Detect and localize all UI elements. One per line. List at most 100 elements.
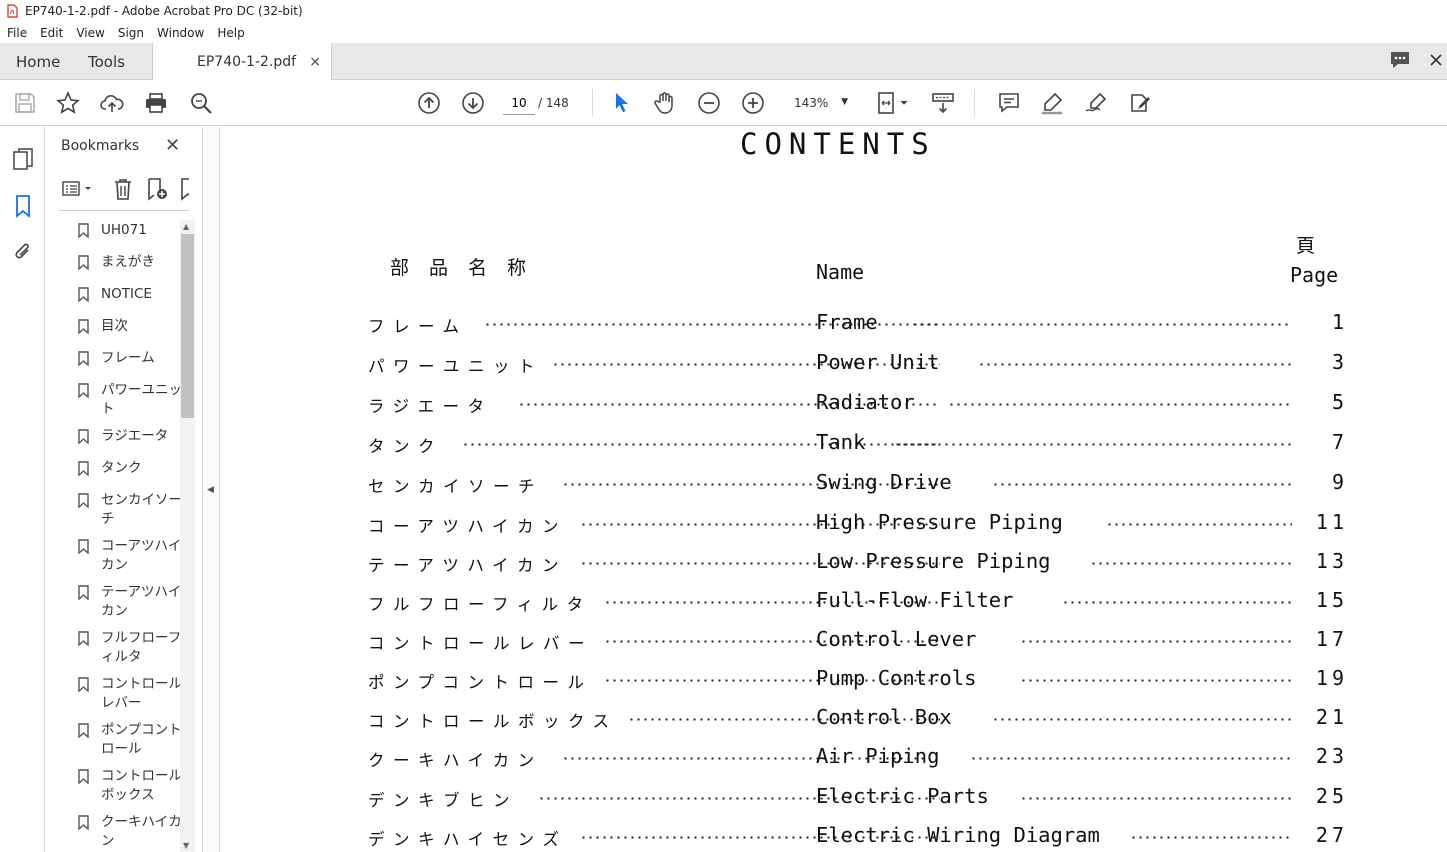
leader-dots <box>912 323 1292 326</box>
menu-window[interactable]: Window <box>150 26 210 40</box>
toc-part-name-en: Power Unit <box>816 350 940 374</box>
leader-dots <box>462 443 940 446</box>
bookmark-item[interactable]: センカイソーチ <box>73 491 183 529</box>
bookmark-label: コントロールレバー <box>101 676 182 711</box>
hand-icon[interactable] <box>653 91 677 115</box>
menu-sign[interactable]: Sign <box>111 26 150 40</box>
toc-part-name-jp: パワーユニット <box>368 357 543 376</box>
scroll-down-icon[interactable]: ▼ <box>183 841 189 850</box>
toc-part-name-en: Electric Parts <box>816 784 989 808</box>
bookmarks-header: Bookmarks <box>61 138 140 154</box>
toc-page-number: 7 <box>1331 430 1348 454</box>
delete-icon[interactable] <box>111 177 135 201</box>
scroll-mode-icon[interactable] <box>931 91 955 115</box>
prev-page-icon[interactable] <box>417 91 441 115</box>
tab-tools[interactable]: Tools <box>88 43 125 80</box>
bookmark-item[interactable]: コントロールレバー <box>73 675 183 713</box>
toc-row: ポンプコントロール Pump Controls 19 <box>368 666 1348 697</box>
comment-icon[interactable] <box>997 91 1021 115</box>
zoom-dropdown[interactable]: 143% ▼ <box>786 91 856 115</box>
toc-part-name-jp: フレーム <box>368 317 468 336</box>
bookmark-item[interactable]: コントロールボックス <box>73 767 183 805</box>
zoom-in-icon[interactable] <box>741 91 765 115</box>
bookmark-star-icon[interactable] <box>56 91 80 115</box>
tab-document[interactable]: EP740-1-2.pdf × <box>152 43 332 80</box>
chevron-down-icon: ▼ <box>841 97 848 107</box>
find-icon[interactable] <box>189 91 213 115</box>
menu-edit[interactable]: Edit <box>33 26 69 40</box>
sign-icon[interactable] <box>1084 91 1108 115</box>
toc-part-name-jp: フルフローフィルタ <box>368 595 592 614</box>
bookmark-item[interactable]: クーキハイカン <box>73 813 183 851</box>
fill-sign-icon[interactable] <box>1128 91 1152 115</box>
bookmark-item[interactable]: フレーム <box>73 349 183 368</box>
bookmark-label: パワーユニット <box>101 382 182 417</box>
menu-view[interactable]: View <box>69 26 110 40</box>
page-fit-icon[interactable] <box>876 91 912 115</box>
menu-bar: File Edit View Sign Window Help <box>0 22 1447 43</box>
leader-dots <box>970 757 1292 760</box>
comment-panel-icon[interactable] <box>1389 50 1411 74</box>
toc-row: テーアツハイカン Low Pressure Piping 13 <box>368 549 1348 580</box>
toc-part-name-jp: テーアツハイカン <box>368 556 568 575</box>
new-bookmark-icon[interactable] <box>145 177 169 201</box>
bookmarks-scrollbar[interactable]: ▲ ▼ <box>180 220 195 852</box>
select-cursor-icon[interactable] <box>610 91 634 115</box>
toc-part-name-jp: クーキハイカン <box>368 751 543 770</box>
scroll-up-icon[interactable]: ▲ <box>183 222 189 231</box>
scrollbar-thumb[interactable] <box>181 234 194 418</box>
panel-splitter[interactable]: ◀ <box>202 127 220 852</box>
toc-part-name-jp: ポンプコントロール <box>368 673 593 692</box>
menu-help[interactable]: Help <box>210 26 250 40</box>
bookmark-item[interactable]: タンク <box>73 459 183 478</box>
options-menu-icon[interactable] <box>61 177 97 201</box>
bookmark-item[interactable]: 目次 <box>73 317 183 336</box>
next-page-icon[interactable] <box>461 91 485 115</box>
acrobat-icon <box>5 4 19 18</box>
page-number-input[interactable] <box>503 91 535 115</box>
zoom-out-icon[interactable] <box>697 91 721 115</box>
print-icon[interactable] <box>144 91 168 115</box>
bookmark-item[interactable]: ラジエータ <box>73 427 183 446</box>
bookmark-item[interactable]: まえがき <box>73 253 183 272</box>
bookmark-item[interactable]: パワーユニット <box>73 381 183 419</box>
close-tab-icon[interactable]: × <box>309 54 321 70</box>
bookmark-item[interactable]: フルフローフィルタ <box>73 629 183 667</box>
toc-part-name-en: Pump Controls <box>816 666 977 690</box>
close-window-icon[interactable] <box>1429 52 1443 71</box>
save-icon[interactable] <box>13 91 37 115</box>
bookmark-label: NOTICE <box>101 286 152 302</box>
toc-row: コーアツハイカン High Pressure Piping 11 <box>368 510 1348 541</box>
toc-part-name-jp: コーアツハイカン <box>368 517 568 536</box>
bookmark-item[interactable]: ポンプコントロール <box>73 721 183 759</box>
page-thumbnails-icon[interactable] <box>11 147 35 171</box>
collapse-panel-icon[interactable]: ◀ <box>207 485 214 495</box>
bookmark-label: フレーム <box>101 350 155 366</box>
toc-row: コントロールレバー Control Lever 17 <box>368 627 1348 658</box>
upload-icon[interactable] <box>100 91 124 115</box>
toc-part-name-en: Radiator <box>816 390 915 414</box>
left-navigation-rail <box>0 127 45 852</box>
toc-page-number: 1 <box>1331 310 1348 334</box>
bookmarks-icon[interactable] <box>11 194 35 218</box>
bookmark-item[interactable]: UH071 <box>73 221 183 240</box>
tab-home[interactable]: Home <box>16 43 60 80</box>
bookmark-item[interactable]: コーアツハイカン <box>73 537 183 575</box>
bookmark-item[interactable]: NOTICE <box>73 285 183 304</box>
expand-bookmark-icon[interactable] <box>179 177 189 201</box>
attachments-icon[interactable] <box>11 240 35 264</box>
menu-file[interactable]: File <box>0 26 33 40</box>
toc-page-number: 15 <box>1315 588 1348 612</box>
toc-part-name-en: Swing Drive <box>816 470 952 494</box>
bookmark-flag-icon <box>78 461 89 477</box>
close-panel-icon[interactable]: ✕ <box>165 135 180 156</box>
highlight-icon[interactable] <box>1040 91 1064 115</box>
toc-part-name-en: Tank <box>816 430 866 454</box>
leader-dots <box>1020 679 1292 682</box>
bookmarks-toolbar <box>59 175 189 211</box>
leader-dots <box>992 718 1292 721</box>
toc-row: フルフローフィルタ Full-Flow Filter 15 <box>368 588 1348 619</box>
bookmark-flag-icon <box>78 677 89 693</box>
bookmark-item[interactable]: テーアツハイカン <box>73 583 183 621</box>
title-bar: EP740-1-2.pdf - Adobe Acrobat Pro DC (32… <box>0 0 1447 22</box>
